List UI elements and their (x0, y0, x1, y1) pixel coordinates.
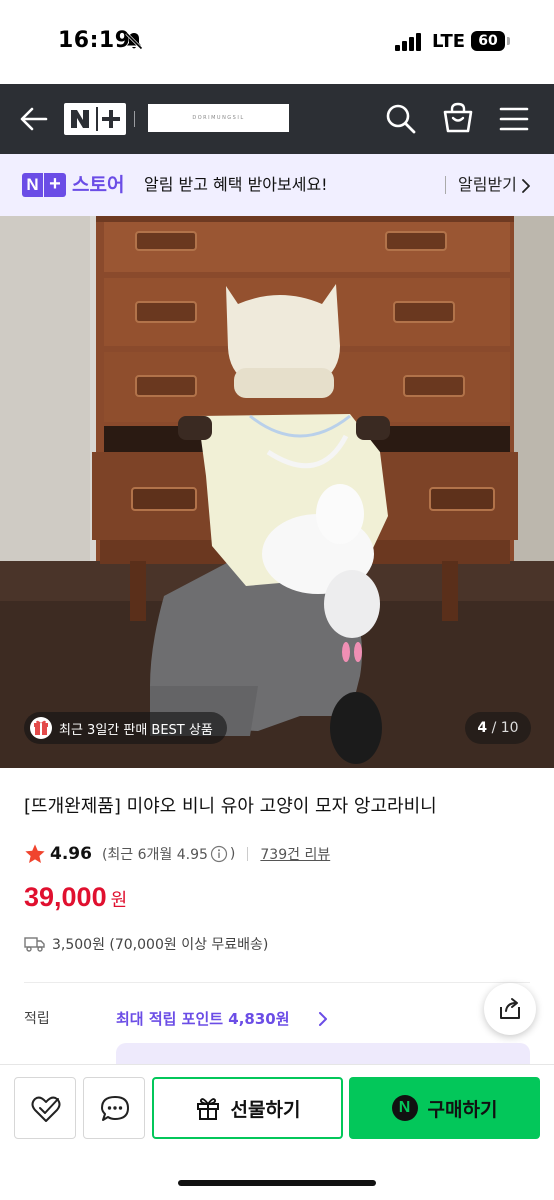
truck-icon (24, 937, 45, 952)
chevron-right-icon (319, 1012, 327, 1026)
battery-level: 60 (478, 33, 498, 49)
image-current: 4 (477, 720, 488, 736)
chevron-right-icon (522, 179, 530, 193)
banner-divider (445, 176, 446, 194)
rating-divider (247, 847, 249, 861)
subscribe-alert-link[interactable]: 알림받기 (458, 170, 517, 200)
image-counter: 4 / 10 (465, 712, 531, 744)
best-seller-text: 최근 3일간 판매 BEST 상품 (59, 722, 213, 738)
chat-bubble-icon (101, 1096, 129, 1121)
best-seller-badge: 최근 3일간 판매 BEST 상품 (24, 712, 227, 744)
bell-off-icon (125, 32, 143, 50)
back-arrow-icon[interactable] (18, 103, 50, 135)
section-divider (24, 982, 530, 983)
recent-rating: (최근 6개월 4.95 (101, 847, 208, 863)
notification-message: 알림 받고 혜택 받아보세요! (144, 175, 328, 194)
status-time: 16:19 (58, 28, 131, 53)
naver-plus-logo[interactable]: N+ (64, 103, 126, 135)
talk-button[interactable] (83, 1077, 145, 1139)
app-header: N+ DORIMUNGSIL (0, 84, 554, 154)
battery-icon: 60 (471, 31, 505, 51)
rating-row: 4.96 (최근 6개월 4.95 ) 739건 리뷰 (24, 840, 330, 868)
home-indicator[interactable] (178, 1180, 376, 1186)
star-icon (25, 844, 45, 863)
product-image[interactable] (0, 216, 554, 768)
signal-icon (395, 33, 423, 51)
n-letter-icon (71, 110, 89, 128)
heart-check-icon (31, 1096, 61, 1122)
naver-plus-badge: N + (22, 173, 66, 197)
gift-button[interactable]: 선물하기 (152, 1077, 343, 1139)
status-bar: 16:19 LTE 60 (0, 0, 554, 84)
points-label: 적립 (24, 1011, 50, 1027)
share-button[interactable] (484, 983, 536, 1035)
battery-tip (507, 37, 510, 45)
gift-button-label: 선물하기 (230, 1098, 301, 1121)
gift-badge-icon (30, 717, 52, 739)
shipping-fee: 3,500원 (70,000원 이상 무료배송) (52, 937, 269, 953)
notification-banner[interactable]: N + 스토어 알림 받고 혜택 받아보세요! 알림받기 (0, 154, 554, 216)
price-row: 39,000 원 (24, 882, 127, 926)
rating-score: 4.96 (50, 844, 92, 864)
npay-icon: N (391, 1095, 418, 1121)
image-total: / 10 (491, 720, 519, 736)
badge-n: N (22, 173, 43, 197)
product-title: [뜨개완제품] 미야오 비니 유아 고양이 모자 앙고라비니 (24, 796, 437, 817)
search-icon[interactable] (384, 102, 418, 136)
gift-icon (196, 1098, 219, 1120)
shipping-row: 3,500원 (70,000원 이상 무료배송) (24, 930, 268, 958)
logo-separator (96, 107, 98, 131)
buy-button-label: 구매하기 (427, 1098, 498, 1121)
max-points-link[interactable]: 최대 적립 포인트 4,830원 (116, 1006, 290, 1032)
info-icon[interactable] (210, 845, 228, 863)
store-logo-banner[interactable]: DORIMUNGSIL (148, 104, 289, 132)
shopping-bag-icon[interactable] (440, 100, 476, 136)
store-logo-text: DORIMUNGSIL (192, 115, 245, 121)
recent-rating-close: ) (229, 846, 236, 862)
badge-plus: + (44, 173, 66, 197)
store-label: 스토어 (72, 174, 125, 196)
network-type: LTE (432, 31, 466, 52)
buy-button[interactable]: N 구매하기 (349, 1077, 540, 1139)
header-divider (134, 111, 135, 127)
product-photo (0, 216, 554, 768)
menu-icon[interactable] (498, 104, 530, 134)
like-button[interactable] (14, 1077, 76, 1139)
price-unit: 원 (110, 890, 128, 911)
product-price: 39,000 (24, 882, 107, 912)
review-count-link[interactable]: 739건 리뷰 (260, 844, 330, 864)
share-icon (500, 998, 520, 1019)
